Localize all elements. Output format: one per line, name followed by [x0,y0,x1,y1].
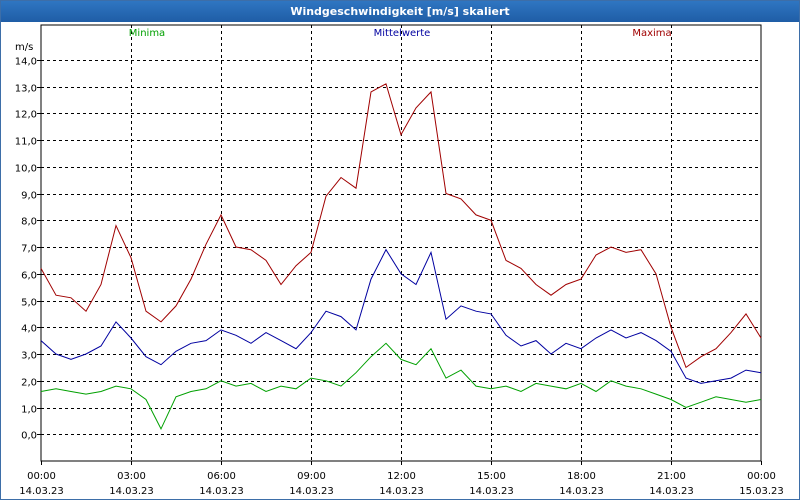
x-tick-time: 03:00 [117,471,146,482]
x-tick-date: 14.03.23 [379,486,424,497]
y-tick-label: 11,0 [15,137,37,148]
legend-item-maxima: Maxima [632,28,671,39]
x-tick-date: 14.03.23 [289,486,334,497]
legend-item-mittelwerte: Mittelwerte [374,28,431,39]
chart-window: Windgeschwindigkeit [m/s] skaliert 0,0 1,… [0,0,800,500]
y-tick-label: 6,0 [21,271,37,282]
y-tick-label: 13,0 [15,84,37,95]
x-tick-time: 00:00 [27,471,56,482]
y-tick-label: 7,0 [21,244,37,255]
chart-canvas: 0,0 1,0 2,0 3,0 4,0 5,0 6,0 7,0 8,0 9,0 10,0 11,0 12… [15,24,784,497]
x-tick-time: 18:00 [567,471,596,482]
x-tick-date: 14.03.23 [109,486,154,497]
x-tick-time: 09:00 [297,471,326,482]
y-tick-label: 3,0 [21,351,37,362]
y-axis-label: m/s [15,42,33,53]
y-tick-label: 14,0 [15,57,37,68]
x-tick-date: 14.03.23 [559,486,604,497]
y-tick-label: 12,0 [15,110,37,121]
x-tick-time: 15:00 [477,471,506,482]
x-tick-time: 06:00 [207,471,236,482]
y-tick-label: 10,0 [15,164,37,175]
y-tick-label: 9,0 [21,191,37,202]
y-tick-label: 4,0 [21,324,37,335]
y-tick-label: 5,0 [21,298,37,309]
y-tick-label: 2,0 [21,378,37,389]
legend-item-minima: Minima [129,28,165,39]
x-tick-date: 14.03.23 [19,486,64,497]
x-tick-date: 14.03.23 [199,486,244,497]
x-tick-time: 12:00 [387,471,416,482]
y-tick-label: 1,0 [21,405,37,416]
y-tick-label: 8,0 [21,217,37,228]
x-tick-date: 14.03.23 [649,486,694,497]
y-tick-label: 0,0 [21,431,37,442]
x-tick-time: 21:00 [657,471,686,482]
x-tick-date: 15.03.23 [739,486,784,497]
x-tick-time: 00:00 [747,471,776,482]
x-tick-date: 14.03.23 [469,486,514,497]
